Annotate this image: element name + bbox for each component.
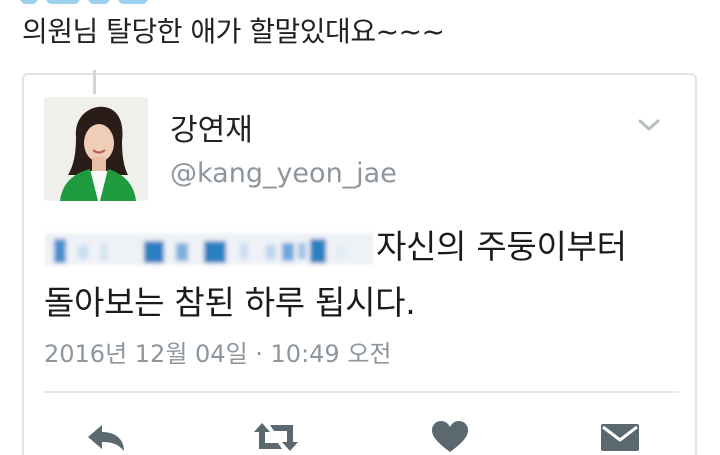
divider — [44, 391, 679, 393]
envelope-icon[interactable] — [598, 419, 642, 455]
tweet-timestamp[interactable]: 2016년 12월 04일 · 10:49 오전 — [44, 339, 392, 369]
avatar-image — [44, 97, 148, 201]
comment-text: 의원님 탈당한 애가 할말있대요~~~ — [22, 15, 445, 48]
screenshot-page: 의원님 탈당한 애가 할말있대요~~~ 강연재 @kang_yeon_jae 자… — [0, 0, 720, 455]
display-name[interactable]: 강연재 — [170, 113, 253, 149]
reply-icon[interactable] — [84, 419, 128, 455]
thread-connector-line — [93, 70, 96, 94]
user-handle[interactable]: @kang_yeon_jae — [170, 157, 397, 191]
avatar[interactable] — [44, 97, 148, 201]
heart-icon[interactable] — [428, 419, 472, 455]
chevron-down-icon[interactable] — [636, 115, 662, 135]
tweet-body-line-1: 자신의 주둥이부터 — [376, 227, 627, 266]
cropped-header-strip — [20, 0, 150, 4]
retweet-icon[interactable] — [252, 419, 298, 455]
embedded-tweet-card[interactable]: 강연재 @kang_yeon_jae 자신의 주둥이부터 돌아보는 참된 하루 … — [22, 73, 697, 455]
redacted-mentions — [44, 225, 374, 271]
tweet-body-line-2: 돌아보는 참된 하루 됩시다. — [44, 283, 416, 322]
